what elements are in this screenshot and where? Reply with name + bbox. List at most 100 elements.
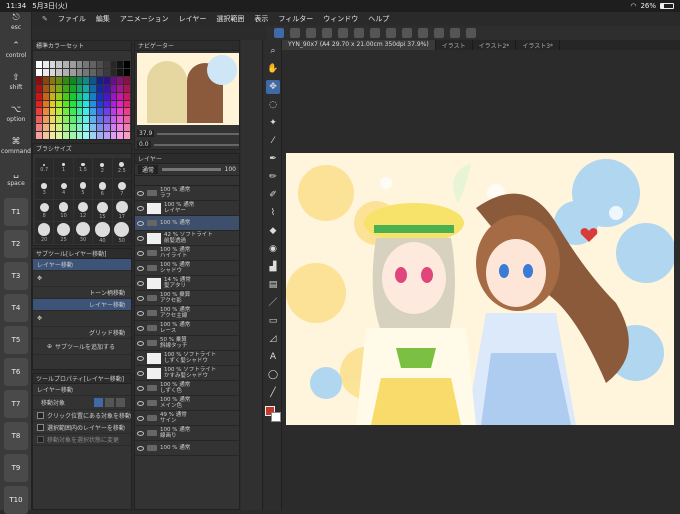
color-swatch[interactable] bbox=[76, 61, 83, 68]
brush-size-cell[interactable]: 3 bbox=[35, 179, 54, 200]
color-swatch[interactable] bbox=[36, 84, 42, 92]
visibility-eye-icon[interactable] bbox=[137, 400, 144, 406]
sub-tool-item[interactable]: レイヤー移動 bbox=[33, 259, 131, 271]
color-swatch[interactable] bbox=[56, 100, 63, 108]
color-swatch[interactable] bbox=[103, 100, 110, 108]
deselect-icon[interactable] bbox=[418, 28, 428, 38]
select-tool-icon[interactable]: ◌ bbox=[266, 98, 280, 112]
color-swatch[interactable] bbox=[103, 132, 110, 139]
option-click-position[interactable]: クリック位置にある対象を移動 bbox=[33, 410, 131, 422]
zoom-value[interactable]: 37.9 bbox=[137, 130, 155, 137]
target-layer-button[interactable] bbox=[94, 398, 103, 407]
brush-size-cell[interactable]: 8 bbox=[35, 200, 54, 221]
color-swatch[interactable] bbox=[97, 76, 103, 84]
t2-key[interactable]: T2 bbox=[4, 230, 28, 258]
visibility-eye-icon[interactable] bbox=[137, 445, 144, 451]
brush-size-grid[interactable]: 0.7 1 1.5 2 2.5 3 4 5 6 7 8 10 12 15 17 20 25 30 40 50 bbox=[35, 158, 131, 244]
color-swatch[interactable] bbox=[56, 108, 63, 116]
color-swatch[interactable] bbox=[49, 132, 56, 139]
color-swatch[interactable] bbox=[42, 108, 49, 116]
blend-mode-select[interactable]: 通常 bbox=[138, 165, 159, 174]
color-swatch[interactable] bbox=[103, 84, 110, 92]
brush-size-cell[interactable]: 50 bbox=[112, 221, 131, 244]
color-swatch[interactable] bbox=[124, 92, 130, 100]
layer-row[interactable]: 100 % 通常 シャドウ bbox=[135, 261, 239, 276]
layer-row[interactable]: 100 % 通常 しずく色 bbox=[135, 381, 239, 396]
color-swatch[interactable] bbox=[90, 108, 97, 116]
command-key[interactable]: ⌘ command bbox=[0, 138, 32, 156]
color-swatch[interactable] bbox=[83, 108, 90, 116]
sub-tool-item[interactable]: グリッド移動 bbox=[33, 327, 131, 339]
sub-tool-item[interactable]: ✥ bbox=[33, 271, 131, 287]
pen-tool-icon[interactable]: ✒ bbox=[266, 152, 280, 166]
brush-size-cell[interactable]: 12 bbox=[73, 200, 93, 221]
layer-row[interactable]: 100 % 乗算 アクセ影 bbox=[135, 291, 239, 306]
opacity-value[interactable]: 100 bbox=[225, 166, 236, 173]
visibility-eye-icon[interactable] bbox=[137, 280, 144, 286]
color-swatch[interactable] bbox=[49, 108, 56, 116]
checkbox[interactable] bbox=[37, 424, 44, 431]
color-swatch[interactable] bbox=[97, 68, 103, 76]
color-swatch[interactable] bbox=[63, 100, 69, 108]
color-swatch[interactable] bbox=[97, 132, 103, 139]
t7-key[interactable]: T7 bbox=[4, 390, 28, 418]
color-swatch[interactable] bbox=[117, 100, 124, 108]
menu-view[interactable]: 表示 bbox=[254, 14, 268, 24]
visibility-eye-icon[interactable] bbox=[137, 385, 144, 391]
color-swatch[interactable] bbox=[103, 76, 110, 84]
option-change-selection[interactable]: 移動対象を選択状態に変更 bbox=[33, 434, 131, 446]
color-swatch[interactable] bbox=[97, 124, 103, 132]
color-swatch[interactable] bbox=[69, 132, 76, 139]
layer-row[interactable]: 100 % 通常 アクセ主線 bbox=[135, 306, 239, 321]
t8-key[interactable]: T8 bbox=[4, 422, 28, 450]
hand-tool-icon[interactable]: ✋ bbox=[266, 62, 280, 76]
pencil-tool-icon[interactable]: ✏ bbox=[266, 170, 280, 184]
sub-tool-item[interactable]: トーン柄移動 bbox=[33, 287, 131, 299]
layer-row[interactable]: 49 % 通常 サイン bbox=[135, 411, 239, 426]
color-swatch[interactable] bbox=[36, 76, 42, 84]
brush-size-cell[interactable]: 25 bbox=[54, 221, 73, 244]
ruler-icon[interactable] bbox=[466, 28, 476, 38]
tab-illust2[interactable]: イラスト2* bbox=[473, 40, 517, 50]
color-swatch[interactable] bbox=[117, 124, 124, 132]
color-swatch[interactable] bbox=[76, 92, 83, 100]
color-swatch[interactable] bbox=[90, 92, 97, 100]
color-swatch[interactable] bbox=[117, 92, 124, 100]
color-swatch[interactable] bbox=[110, 108, 117, 116]
color-swatch[interactable] bbox=[110, 68, 117, 76]
color-swatch[interactable] bbox=[63, 84, 69, 92]
color-swatch[interactable] bbox=[69, 61, 76, 68]
color-swatches[interactable] bbox=[265, 406, 281, 422]
visibility-eye-icon[interactable] bbox=[137, 325, 144, 331]
color-swatch[interactable] bbox=[56, 76, 63, 84]
color-swatch[interactable] bbox=[42, 61, 49, 68]
brush-size-cell[interactable]: 15 bbox=[93, 200, 112, 221]
color-swatch[interactable] bbox=[97, 84, 103, 92]
visibility-eye-icon[interactable] bbox=[137, 370, 144, 376]
brush-size-cell[interactable]: 2.5 bbox=[112, 158, 131, 179]
color-swatch[interactable] bbox=[83, 124, 90, 132]
invert-icon[interactable] bbox=[434, 28, 444, 38]
t1-key[interactable]: T1 bbox=[4, 198, 28, 226]
blend-tool-icon[interactable]: ◉ bbox=[266, 242, 280, 256]
color-swatch[interactable] bbox=[42, 68, 49, 76]
color-swatch[interactable] bbox=[110, 124, 117, 132]
color-swatch[interactable] bbox=[49, 76, 56, 84]
layer-row[interactable]: 50 % 乗算 斜線タッチ bbox=[135, 336, 239, 351]
zoom-tool-icon[interactable]: ⌕ bbox=[266, 44, 280, 58]
color-swatch[interactable] bbox=[117, 68, 124, 76]
t9-key[interactable]: T9 bbox=[4, 454, 28, 482]
color-swatch[interactable] bbox=[42, 76, 49, 84]
color-swatch[interactable] bbox=[110, 116, 117, 124]
balloon-tool-icon[interactable]: ◯ bbox=[266, 368, 280, 382]
color-swatch[interactable] bbox=[124, 61, 130, 68]
color-swatch[interactable] bbox=[90, 61, 97, 68]
color-swatch[interactable] bbox=[76, 124, 83, 132]
color-swatch[interactable] bbox=[97, 92, 103, 100]
artwork-canvas[interactable] bbox=[286, 153, 674, 425]
brush-size-cell[interactable]: 17 bbox=[112, 200, 131, 221]
visibility-eye-icon[interactable] bbox=[137, 235, 144, 241]
color-swatch[interactable] bbox=[110, 76, 117, 84]
color-swatch[interactable] bbox=[42, 116, 49, 124]
color-swatch[interactable] bbox=[76, 116, 83, 124]
